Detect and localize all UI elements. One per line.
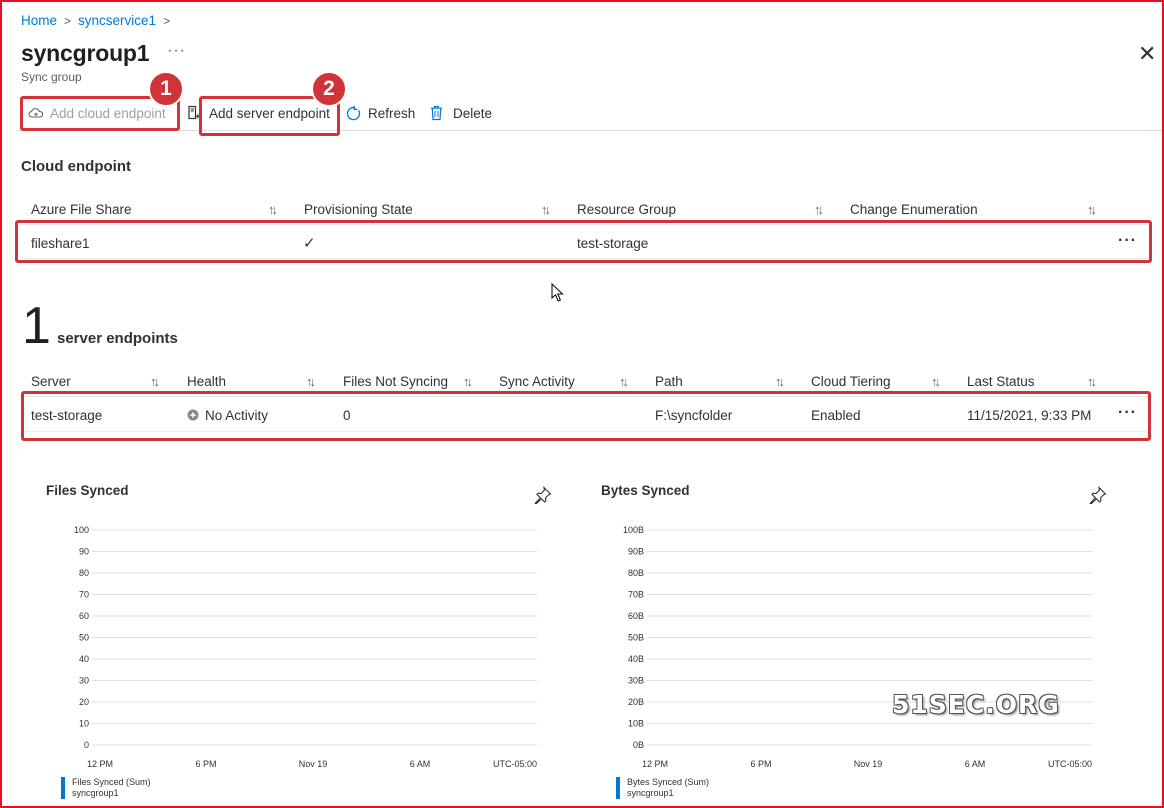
breadcrumb-syncservice[interactable]: syncservice1 — [78, 13, 156, 28]
legend-resource: syncgroup1 — [72, 788, 119, 798]
y-tick-label: 30 — [79, 676, 89, 686]
refresh-icon — [346, 105, 361, 120]
sort-icon[interactable]: ↑↓ — [1087, 202, 1097, 217]
timezone-label: UTC-05:00 — [1048, 759, 1092, 769]
trash-icon — [431, 105, 442, 121]
column-header-azure-file-share[interactable]: Azure File Share — [31, 202, 132, 217]
y-tick-label: 40 — [79, 654, 89, 664]
pin-icon[interactable] — [1089, 486, 1107, 504]
cloud-endpoint-heading: Cloud endpoint — [21, 158, 131, 175]
y-tick-label: 70 — [79, 590, 89, 600]
timezone-label: UTC-05:00 — [493, 759, 537, 769]
chevron-right-icon: > — [64, 13, 72, 28]
annotation-box-server-row — [21, 391, 1151, 441]
legend-bytes-synced: Bytes Synced (Sum) syncgroup1 — [616, 777, 709, 799]
server-endpoint-count: 1 — [22, 297, 51, 355]
x-tick-label: Nov 19 — [299, 759, 328, 769]
column-header-sync-activity[interactable]: Sync Activity — [499, 374, 575, 389]
y-tick-label: 90B — [628, 547, 644, 557]
y-tick-label: 0B — [633, 740, 644, 750]
x-tick-label: 12 PM — [87, 759, 113, 769]
column-header-last-status[interactable]: Last Status — [967, 374, 1035, 389]
y-tick-label: 80B — [628, 568, 644, 578]
sort-icon[interactable]: ↑↓ — [268, 202, 278, 217]
y-tick-label: 0 — [84, 740, 89, 750]
column-header-provisioning-state[interactable]: Provisioning State — [304, 202, 413, 217]
sort-icon[interactable]: ↑↓ — [150, 374, 160, 389]
sort-icon[interactable]: ↑↓ — [541, 202, 551, 217]
legend-resource: syncgroup1 — [627, 788, 674, 798]
sort-icon[interactable]: ↑↓ — [1087, 374, 1097, 389]
page-subtitle: Sync group — [21, 70, 82, 84]
sort-icon[interactable]: ↑↓ — [463, 374, 473, 389]
x-tick-label: 6 PM — [195, 759, 216, 769]
column-header-path[interactable]: Path — [655, 374, 683, 389]
y-tick-label: 40B — [628, 654, 644, 664]
chart-title-files-synced: Files Synced — [46, 483, 129, 498]
watermark: 51SEC.ORG — [892, 690, 1060, 719]
legend-files-synced: Files Synced (Sum) syncgroup1 — [61, 777, 151, 799]
y-tick-label: 70B — [628, 590, 644, 600]
column-header-server[interactable]: Server — [31, 374, 71, 389]
y-tick-label: 100B — [623, 525, 644, 535]
files-synced-chart: 100908070605040302010012 PM 6 PM Nov 19 6 A… — [74, 525, 537, 769]
y-tick-label: 10 — [79, 719, 89, 729]
x-tick-label: 12 PM — [642, 759, 668, 769]
chart-title-bytes-synced: Bytes Synced — [601, 483, 690, 498]
x-tick-label: 6 AM — [965, 759, 986, 769]
mouse-cursor-icon — [551, 283, 564, 302]
y-tick-label: 90 — [79, 547, 89, 557]
y-tick-label: 60 — [79, 611, 89, 621]
x-tick-label: Nov 19 — [854, 759, 883, 769]
delete-button[interactable]: Delete — [429, 101, 492, 125]
column-header-cloud-tiering[interactable]: Cloud Tiering — [811, 374, 891, 389]
sort-icon[interactable]: ↑↓ — [775, 374, 785, 389]
y-tick-label: 80 — [79, 568, 89, 578]
column-header-health[interactable]: Health — [187, 374, 226, 389]
x-tick-label: 6 PM — [750, 759, 771, 769]
column-header-change-enumeration[interactable]: Change Enumeration — [850, 202, 978, 217]
column-header-resource-group[interactable]: Resource Group — [577, 202, 676, 217]
y-tick-label: 20B — [628, 697, 644, 707]
bytes-synced-chart: 100B 90B 80B 70B 60B 50B 40B 30B 20B 10B 0B 12 PM 6 … — [623, 525, 1092, 769]
y-tick-label: 30B — [628, 676, 644, 686]
legend-metric: Files Synced (Sum) — [72, 777, 151, 787]
server-endpoints-heading: server endpoints — [57, 330, 178, 347]
column-header-files-not-syncing[interactable]: Files Not Syncing — [343, 374, 448, 389]
y-tick-label: 50B — [628, 633, 644, 643]
annotation-box-cloud-row — [15, 220, 1152, 263]
more-options-icon[interactable]: ··· — [167, 42, 186, 60]
y-tick-label: 100 — [74, 525, 89, 535]
annotation-badge-2: 2 — [311, 71, 347, 107]
refresh-label: Refresh — [368, 105, 416, 121]
y-tick-label: 50 — [79, 633, 89, 643]
refresh-button[interactable]: Refresh — [345, 101, 415, 125]
y-tick-label: 60B — [628, 611, 644, 621]
y-tick-label: 20 — [79, 697, 89, 707]
breadcrumb: Home > syncservice1 > — [21, 13, 170, 28]
legend-metric: Bytes Synced (Sum) — [627, 777, 710, 787]
delete-label: Delete — [453, 105, 493, 121]
x-tick-label: 6 AM — [410, 759, 431, 769]
sort-icon[interactable]: ↑↓ — [814, 202, 824, 217]
annotation-badge-1: 1 — [148, 71, 184, 107]
chevron-right-icon: > — [163, 13, 171, 28]
page-title: syncgroup1 — [21, 40, 150, 66]
pin-icon[interactable] — [534, 486, 552, 504]
sort-icon[interactable]: ↑↓ — [306, 374, 316, 389]
sort-icon[interactable]: ↑↓ — [619, 374, 629, 389]
sort-icon[interactable]: ↑↓ — [931, 374, 941, 389]
y-tick-label: 10B — [628, 719, 644, 729]
close-icon[interactable]: ✕ — [1138, 43, 1156, 65]
toolbar-divider — [16, 130, 1162, 131]
breadcrumb-home[interactable]: Home — [21, 13, 57, 28]
